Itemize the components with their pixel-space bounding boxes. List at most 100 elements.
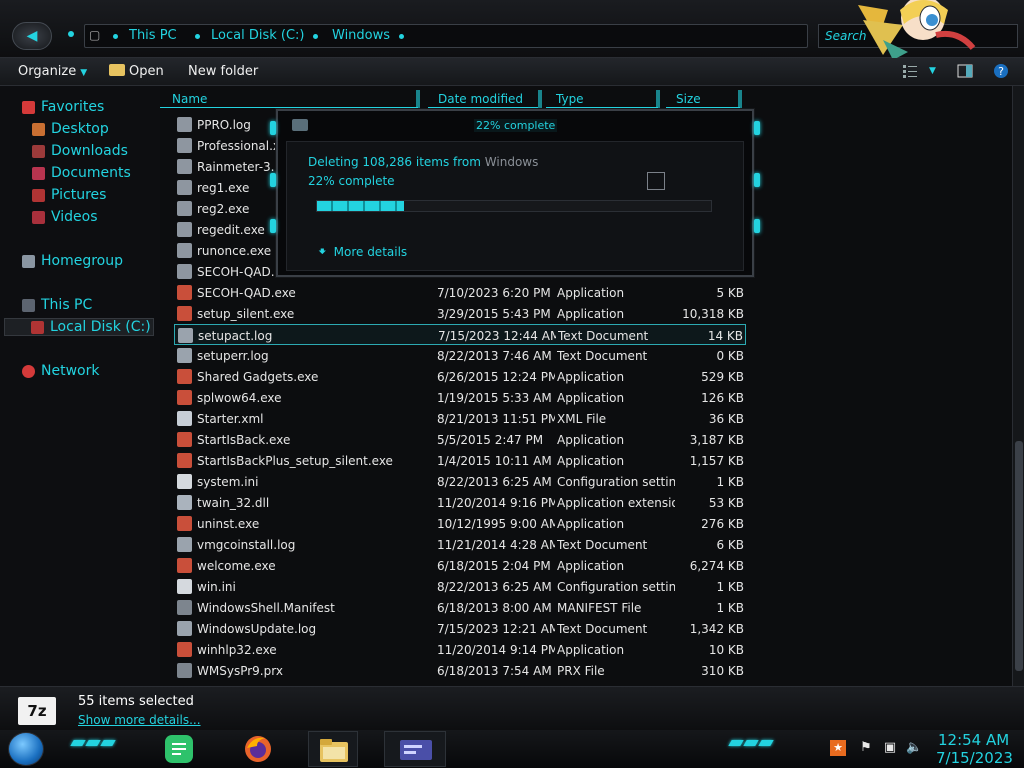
- volume-icon[interactable]: 🔈: [906, 740, 922, 756]
- view-dropdown-icon[interactable]: ▼: [929, 66, 936, 76]
- sidebar-item-network[interactable]: Network: [22, 362, 99, 380]
- column-header-label: Type: [556, 92, 584, 106]
- file-row[interactable]: setup_silent.exe 3/29/2015 5:43 PM Applica…: [174, 303, 746, 324]
- svg-text:?: ?: [998, 65, 1004, 78]
- file-row[interactable]: Shared Gadgets.exe 6/26/2015 12:24 PM Appl…: [174, 366, 746, 387]
- file-row[interactable]: StartIsBackPlus_setup_silent.exe 1/4/2015…: [174, 450, 746, 471]
- progress-bar: [316, 200, 712, 212]
- forward-indicator-icon: [68, 31, 74, 37]
- new-folder-label: New folder: [188, 64, 259, 79]
- sidebar-item-documents[interactable]: Documents: [32, 164, 131, 182]
- file-date: 1/4/2015 10:11 AM: [437, 454, 552, 468]
- notification-app-icon[interactable]: ★: [830, 740, 846, 756]
- column-header-type[interactable]: Type: [546, 90, 658, 108]
- clock-time[interactable]: 12:54 AM: [938, 731, 1009, 749]
- address-bar[interactable]: ▢ This PC Local Disk (C:) Windows ▼ ↻: [84, 24, 882, 48]
- column-divider[interactable]: [416, 90, 420, 108]
- control-panel-taskbar-button[interactable]: [384, 731, 446, 767]
- file-row[interactable]: win.ini 8/22/2013 6:25 AM Configuration se…: [174, 576, 746, 597]
- file-row[interactable]: setupact.log 7/15/2023 12:44 AM Text Docum…: [174, 324, 746, 345]
- file-row[interactable]: WMSysPr9.prx 6/18/2013 7:54 AM PRX File 310…: [174, 660, 746, 681]
- file-name: winhlp32.exe: [197, 643, 277, 657]
- firefox-icon[interactable]: [243, 734, 273, 764]
- file-row[interactable]: Starter.xml 8/21/2013 11:51 PM XML File 36 …: [174, 408, 746, 429]
- file-type-icon: [177, 642, 192, 657]
- new-folder-button[interactable]: New folder: [188, 64, 258, 79]
- open-label: Open: [129, 64, 164, 79]
- file-row[interactable]: uninst.exe 10/12/1995 9:00 AM Application 2…: [174, 513, 746, 534]
- file-row[interactable]: twain_32.dll 11/20/2014 9:16 PM Applicatio…: [174, 492, 746, 513]
- deleting-source-link[interactable]: Windows: [485, 155, 539, 169]
- more-details-button[interactable]: 🠻 More details: [318, 241, 407, 265]
- file-date: 7/10/2023 6:20 PM: [437, 286, 551, 300]
- file-row[interactable]: SECOH-QAD.exe 7/10/2023 6:20 PM Applicatio…: [174, 282, 746, 303]
- column-header-name[interactable]: Name: [160, 90, 418, 108]
- column-divider[interactable]: [538, 90, 542, 108]
- file-size: 5 KB: [716, 286, 744, 300]
- file-row[interactable]: WindowsShell.Manifest 6/18/2013 8:00 AM MA…: [174, 597, 746, 618]
- breadcrumb-windows[interactable]: Windows: [332, 28, 390, 43]
- file-type-icon: [177, 600, 192, 615]
- back-button[interactable]: ◀: [12, 22, 52, 50]
- file-row[interactable]: StartIsBack.exe 5/5/2015 2:47 PM Applicati…: [174, 429, 746, 450]
- videos-icon: [32, 210, 45, 224]
- file-row[interactable]: splwow64.exe 1/19/2015 5:33 AM Application…: [174, 387, 746, 408]
- sidebar-item-videos[interactable]: Videos: [32, 208, 98, 226]
- file-type-icon: [177, 201, 192, 216]
- sidebar-item-desktop[interactable]: Desktop: [32, 120, 109, 138]
- delete-progress-dialog: 22% complete Deleting 108,286 items from…: [270, 109, 760, 277]
- file-date: 10/12/1995 9:00 AM: [437, 517, 555, 531]
- pause-button[interactable]: [647, 172, 665, 190]
- file-row[interactable]: winhlp32.exe 11/20/2014 9:14 PM Applicatio…: [174, 639, 746, 660]
- file-row[interactable]: WindowsUpdate.log 7/15/2023 12:21 AM Text …: [174, 618, 746, 639]
- start-button[interactable]: [8, 732, 44, 766]
- file-name: WMSysPr9.prx: [197, 664, 283, 678]
- file-row[interactable]: vmgcoinstall.log 11/21/2014 4:28 AM Text D…: [174, 534, 746, 555]
- clock-date[interactable]: 7/15/2023: [936, 749, 1013, 767]
- sidebar-item-favorites[interactable]: Favorites: [22, 98, 104, 116]
- file-size: 0 KB: [716, 349, 744, 363]
- file-row[interactable]: welcome.exe 6/18/2015 2:04 PM Application 6…: [174, 555, 746, 576]
- file-size: 1 KB: [716, 601, 744, 615]
- column-header-size[interactable]: Size: [666, 90, 740, 108]
- sidebar-item-this-pc[interactable]: This PC: [22, 296, 92, 314]
- sidebar-item-homegroup[interactable]: Homegroup: [22, 252, 123, 270]
- preview-pane-icon[interactable]: [957, 63, 973, 79]
- notes-app-icon[interactable]: [164, 734, 194, 764]
- breadcrumb-this-pc[interactable]: This PC: [129, 28, 177, 43]
- sidebar-item-local-disk[interactable]: Local Disk (C:): [4, 318, 154, 336]
- scrollbar-thumb[interactable]: [1015, 441, 1023, 671]
- sidebar-item-downloads[interactable]: Downloads: [32, 142, 128, 160]
- taskbar: ★ ⚑ ▣ 🔈 12:54 AM 7/15/2023: [0, 730, 1024, 768]
- deleting-status: Deleting 108,286 items from Windows: [308, 155, 538, 169]
- file-type-icon: [177, 474, 192, 489]
- file-row[interactable]: setuperr.log 8/22/2013 7:46 AM Text Docume…: [174, 345, 746, 366]
- show-more-details-link[interactable]: Show more details...: [78, 713, 201, 727]
- sidebar-item-pictures[interactable]: Pictures: [32, 186, 106, 204]
- file-size: 1,342 KB: [689, 622, 744, 636]
- file-row[interactable]: system.ini 8/22/2013 6:25 AM Configuration…: [174, 471, 746, 492]
- file-name: Starter.xml: [197, 412, 264, 426]
- file-explorer-taskbar-button[interactable]: [308, 731, 358, 767]
- organize-button[interactable]: Organize ▼: [18, 64, 87, 79]
- file-size: 53 KB: [708, 496, 744, 510]
- column-divider[interactable]: [738, 90, 742, 108]
- decorative-led: [270, 173, 276, 187]
- open-button[interactable]: Open: [109, 64, 164, 79]
- file-date: 8/22/2013 7:46 AM: [437, 349, 552, 363]
- flag-icon[interactable]: ⚑: [858, 740, 874, 756]
- file-date: 3/29/2015 5:43 PM: [437, 307, 551, 321]
- file-type-icon: [177, 516, 192, 531]
- breadcrumb-local-disk[interactable]: Local Disk (C:): [211, 28, 304, 43]
- file-date: 5/5/2015 2:47 PM: [437, 433, 544, 447]
- file-date: 8/22/2013 6:25 AM: [437, 475, 552, 489]
- view-options-icon[interactable]: [902, 63, 918, 79]
- help-icon[interactable]: ?: [993, 63, 1009, 79]
- column-divider[interactable]: [656, 90, 660, 108]
- column-header-date[interactable]: Date modified: [428, 90, 538, 108]
- vertical-scrollbar[interactable]: [1012, 86, 1024, 686]
- archive-icon: 7z: [18, 697, 56, 725]
- sidebar-item-label: Network: [41, 363, 100, 379]
- network-tray-icon[interactable]: ▣: [882, 740, 898, 756]
- breadcrumb-separator-icon: [313, 34, 318, 39]
